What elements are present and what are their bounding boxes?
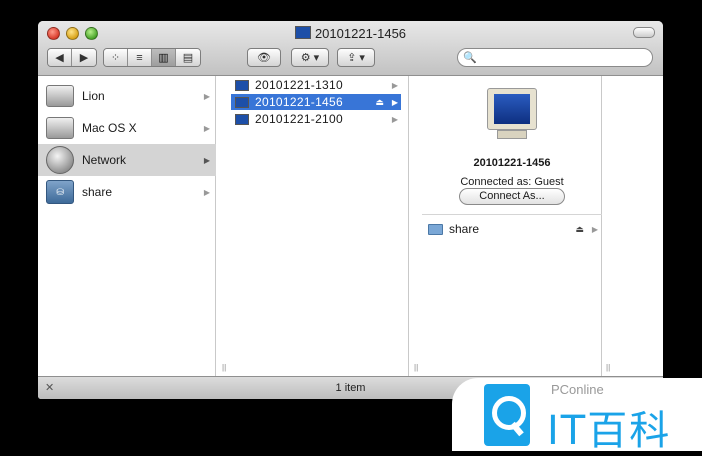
list-view-button[interactable]: ≡ — [128, 49, 152, 66]
share-name: share — [449, 222, 480, 236]
search-field[interactable]: 🔍 — [457, 48, 653, 67]
watermark-logo: PConline IT百科 — [452, 378, 702, 454]
browser-column-computers: 20101221-1310 ▶ 20101221-1456 ⏏ ▶ 201012… — [229, 76, 409, 376]
gear-icon: ⚙ ▾ — [300, 52, 320, 64]
sidebar-item-label: share — [82, 185, 113, 199]
preview-computer-name: 20101221-1456 — [473, 157, 551, 169]
sidebar-item-share[interactable]: ⛁ share ▶ — [38, 176, 216, 208]
sidebar-item-label: Network — [82, 153, 127, 167]
connection-status: Connected as: Guest — [460, 176, 564, 188]
eject-icon[interactable]: ⏏ — [375, 97, 384, 108]
computer-icon — [235, 113, 249, 125]
monitor-icon — [487, 88, 537, 130]
hard-drive-icon — [46, 85, 74, 107]
computer-icon — [294, 26, 311, 39]
eject-icon[interactable]: ⏏ — [575, 224, 584, 235]
network-globe-icon — [46, 146, 74, 174]
chevron-right-icon[interactable]: ▶ — [204, 156, 210, 165]
computer-icon — [235, 96, 249, 108]
toolbar: 20101221-1456 ◀ ▶ ⁘ ≡ ▥ ▤ 👁 ⚙ ▾ ⇪ ▾ 🔍 — [38, 21, 663, 76]
sidebar-item-label: Lion — [82, 89, 105, 103]
list-item-computer[interactable]: 20101221-2100 ▶ — [231, 111, 401, 127]
finder-window: 20101221-1456 ◀ ▶ ⁘ ≡ ▥ ▤ 👁 ⚙ ▾ ⇪ ▾ 🔍 Li… — [38, 21, 663, 399]
preview-column: 20101221-1456 Connected as: Guest Connec… — [422, 76, 602, 376]
shared-volume-icon: ⛁ — [46, 180, 74, 204]
nav-buttons: ◀ ▶ — [47, 48, 97, 67]
view-mode-buttons: ⁘ ≡ ▥ ▤ — [103, 48, 201, 67]
monitor-base-icon — [497, 130, 527, 139]
dropbox-menu-button[interactable]: ⇪ ▾ — [337, 48, 375, 67]
sidebar-item-lion[interactable]: Lion ▶ — [38, 80, 216, 112]
sidebar-item-label: Mac OS X — [82, 121, 137, 135]
magnifier-logo-icon — [484, 384, 530, 446]
chevron-right-icon[interactable]: ▶ — [204, 124, 210, 133]
window-title-text: 20101221-1456 — [314, 26, 407, 41]
list-item-share[interactable]: share ⏏ ▶ — [428, 221, 598, 237]
list-item-computer[interactable]: 20101221-1310 ▶ — [231, 77, 401, 93]
search-input[interactable] — [478, 50, 650, 66]
coverflow-view-button[interactable]: ▤ — [176, 49, 200, 66]
toolbar-toggle-button[interactable] — [633, 27, 655, 38]
computer-large-icon — [485, 88, 539, 142]
computer-icon — [235, 79, 249, 91]
chevron-right-icon: ▶ — [391, 114, 398, 124]
column-resize-handle[interactable]: || — [222, 363, 226, 372]
sidebar-item-mac-os-x[interactable]: Mac OS X ▶ — [38, 112, 216, 144]
chevron-right-icon: ▶ — [591, 224, 598, 234]
back-button[interactable]: ◀ — [48, 49, 72, 66]
action-menu-button[interactable]: ⚙ ▾ — [291, 48, 329, 67]
computer-name: 20101221-1310 — [255, 78, 343, 92]
sidebar-item-network[interactable]: Network ▶ — [38, 144, 216, 176]
forward-button[interactable]: ▶ — [72, 49, 96, 66]
watermark-brand-small: PConline — [551, 382, 604, 397]
chevron-right-icon: ▶ — [391, 97, 398, 107]
chevron-right-icon: ▶ — [391, 80, 398, 90]
divider — [422, 214, 602, 215]
window-title: 20101221-1456 — [38, 26, 663, 41]
empty-column — [615, 76, 663, 376]
column-resize-handle[interactable]: || — [414, 363, 418, 372]
quick-look-button[interactable]: 👁 — [247, 48, 281, 67]
hard-drive-icon — [46, 117, 74, 139]
column-resize-handle[interactable]: || — [606, 363, 610, 372]
shared-folder-icon — [428, 223, 443, 235]
chevron-right-icon[interactable]: ▶ — [204, 92, 210, 101]
watermark-brand-big: IT百科 — [547, 408, 672, 454]
list-item-computer-selected[interactable]: 20101221-1456 ⏏ ▶ — [231, 94, 401, 110]
column-view-button[interactable]: ▥ — [152, 49, 176, 66]
eye-icon: 👁 — [257, 52, 271, 64]
computer-name: 20101221-1456 — [255, 95, 343, 109]
computer-name: 20101221-2100 — [255, 112, 343, 126]
dropbox-icon: ⇪ ▾ — [347, 52, 365, 64]
chevron-right-icon[interactable]: ▶ — [204, 188, 210, 197]
connect-as-button[interactable]: Connect As... — [459, 188, 565, 205]
search-icon: 🔍 — [463, 52, 477, 64]
icon-view-button[interactable]: ⁘ — [104, 49, 128, 66]
sidebar: Lion ▶ Mac OS X ▶ Network ▶ ⛁ share ▶ — [38, 76, 216, 376]
